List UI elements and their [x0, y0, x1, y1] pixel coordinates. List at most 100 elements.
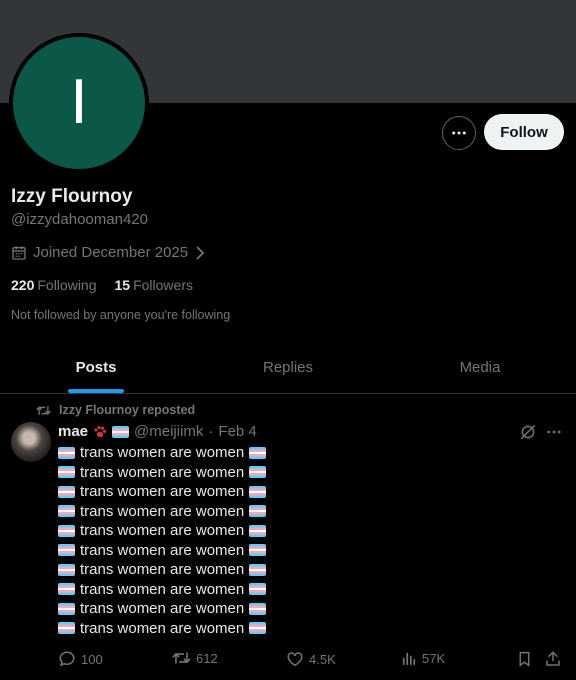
post-line-text: trans women are women: [80, 580, 245, 598]
post-line: trans women are women: [58, 443, 498, 463]
reply-count: 100: [81, 651, 103, 667]
follow-button[interactable]: Follow: [484, 114, 564, 150]
tab-posts[interactable]: Posts: [0, 342, 192, 393]
post-author-handle[interactable]: @meijiimk: [134, 423, 203, 440]
like-button[interactable]: 4.5K: [286, 650, 336, 668]
post-line: trans women are women: [58, 482, 498, 502]
post-line: trans women are women: [58, 580, 498, 600]
more-horizontal-icon: [547, 430, 561, 434]
post-line-text: trans women are women: [80, 600, 245, 618]
joined-date-link[interactable]: Joined December 2025: [11, 244, 206, 261]
trans-flag-icon: [249, 602, 267, 615]
post-date[interactable]: Feb 4: [218, 423, 256, 440]
calendar-icon: [12, 245, 26, 260]
following-link[interactable]: 220 Following: [11, 277, 97, 293]
trans-flag-icon: [58, 466, 75, 479]
reply-button[interactable]: 100: [58, 650, 103, 668]
post-line-text: trans women are women: [80, 463, 245, 481]
tab-replies[interactable]: Replies: [192, 342, 384, 393]
post-line-text: trans women are women: [80, 444, 245, 462]
post-line-text: trans women are women: [80, 619, 245, 637]
following-count: 220: [11, 277, 35, 293]
followers-count: 15: [114, 277, 131, 293]
post-line-text: trans women are women: [80, 541, 245, 559]
profile-handle: @izzydahooman420: [11, 211, 148, 228]
joined-text: Joined December 2025: [33, 244, 189, 261]
profile-tabs: Posts Replies Media: [0, 342, 576, 394]
paw-icon: [93, 425, 107, 439]
profile-avatar[interactable]: I: [9, 33, 149, 173]
post-line: trans women are women: [58, 541, 498, 561]
post-line-text: trans women are women: [80, 522, 245, 540]
post-more-button[interactable]: [545, 423, 563, 446]
avatar-letter: I: [70, 68, 88, 138]
trans-flag-icon: [58, 563, 75, 576]
post-author-name[interactable]: mae: [58, 423, 88, 440]
not-followed-notice: Not followed by anyone you're following: [11, 308, 231, 322]
trans-flag-icon: [249, 524, 267, 537]
trans-flag-icon: [58, 446, 75, 459]
post-author-avatar[interactable]: [11, 422, 51, 462]
repost-button[interactable]: 612: [172, 650, 218, 666]
post-line: trans women are women: [58, 560, 498, 580]
post-line: trans women are women: [58, 521, 498, 541]
trans-flag-icon: [249, 505, 267, 518]
repost-indicator[interactable]: Izzy Flournoy reposted: [36, 403, 195, 417]
tab-label: Replies: [262, 359, 314, 376]
trans-flag-icon: [249, 544, 267, 557]
tab-label: Media: [459, 359, 501, 376]
trans-flag-icon: [249, 446, 267, 459]
grok-button[interactable]: [519, 423, 537, 446]
like-count: 4.5K: [309, 651, 336, 667]
trans-flag-icon: [58, 622, 75, 635]
followers-label: Followers: [133, 277, 193, 293]
post-line: trans women are women: [58, 619, 498, 639]
chevron-right-icon: [196, 245, 205, 260]
repost-icon: [172, 652, 191, 664]
views-button[interactable]: 57K: [400, 650, 445, 667]
trans-flag-icon: [58, 583, 75, 596]
view-count: 57K: [422, 651, 446, 666]
post-line-text: trans women are women: [80, 483, 245, 501]
bookmark-icon: [519, 651, 530, 667]
bookmark-button[interactable]: [516, 650, 533, 668]
heart-icon: [287, 652, 303, 667]
followers-link[interactable]: 15 Followers: [115, 277, 193, 293]
repost-text: Izzy Flournoy reposted: [59, 403, 196, 417]
share-icon: [546, 651, 560, 666]
repost-count: 612: [196, 650, 218, 666]
tab-label: Posts: [75, 359, 117, 376]
following-label: Following: [37, 277, 97, 293]
views-icon: [402, 652, 416, 665]
trans-flag-icon: [58, 505, 75, 518]
profile-name: Izzy Flournoy: [11, 186, 133, 207]
trans-flag-icon: [249, 466, 267, 479]
post-line: trans women are women: [58, 502, 498, 522]
share-button[interactable]: [544, 650, 562, 668]
trans-flag-icon: [249, 563, 267, 576]
repost-icon: [36, 405, 51, 415]
follow-stats: 220 Following 15 Followers: [11, 277, 193, 293]
separator-dot: ·: [208, 423, 214, 440]
post-line: trans women are women: [58, 599, 498, 619]
post-line-text: trans women are women: [80, 502, 245, 520]
active-tab-indicator: [68, 389, 124, 393]
trans-flag-icon: [112, 425, 130, 438]
post-line-text: trans women are women: [80, 561, 245, 579]
trans-flag-icon: [58, 602, 75, 615]
reply-icon: [59, 651, 75, 667]
grok-icon: [520, 424, 536, 440]
post-header: mae @meijiimk · Feb 4: [58, 423, 257, 440]
trans-flag-icon: [249, 622, 267, 635]
post-text[interactable]: trans women are women trans women are wo…: [58, 443, 498, 638]
trans-flag-icon: [249, 583, 267, 596]
post-line: trans women are women: [58, 463, 498, 483]
post-actions: 100 612 4.5K 57K: [58, 650, 568, 672]
more-options-button[interactable]: [442, 116, 476, 150]
tab-media[interactable]: Media: [384, 342, 576, 393]
trans-flag-icon: [58, 544, 75, 557]
trans-flag-icon: [249, 485, 267, 498]
trans-flag-icon: [58, 485, 75, 498]
trans-flag-icon: [58, 524, 75, 537]
more-horizontal-icon: [452, 131, 466, 135]
